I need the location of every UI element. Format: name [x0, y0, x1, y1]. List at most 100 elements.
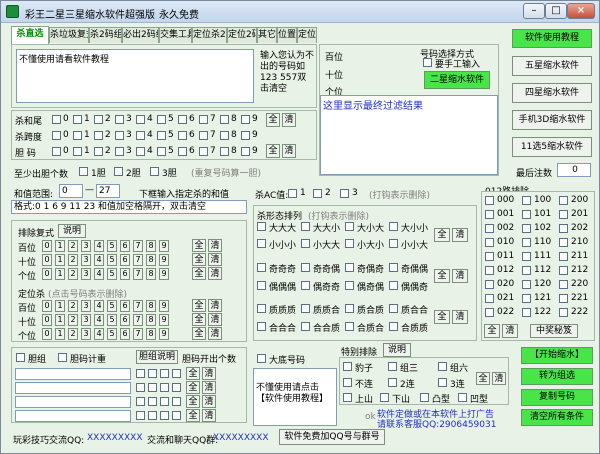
- dan-group-0-all[interactable]: 全: [186, 367, 200, 380]
- road-checkbox-202[interactable]: [559, 224, 568, 233]
- dan-count-checkbox-1-0[interactable]: [136, 383, 145, 392]
- form-r6-checkbox-3[interactable]: [389, 322, 398, 331]
- pos-5-digit-5[interactable]: 5: [107, 328, 117, 340]
- dan-count-checkbox-1-3[interactable]: [172, 383, 181, 392]
- form-r4-checkbox-3[interactable]: [389, 281, 398, 290]
- pos-3-digit-9[interactable]: 9: [159, 300, 169, 312]
- mobile-3d-button[interactable]: 手机3D缩水软件: [512, 110, 592, 130]
- pos-5-digit-9[interactable]: 9: [159, 328, 169, 340]
- form-r1-checkbox-3[interactable]: [389, 222, 398, 231]
- tab-kill-direct[interactable]: 杀直选: [11, 26, 49, 44]
- dan-group-input-3[interactable]: [15, 410, 131, 422]
- kill-row0-checkbox-9[interactable]: [241, 115, 250, 124]
- pos-4-digit-6[interactable]: 6: [120, 314, 130, 326]
- dan-count-checkbox-2-0[interactable]: [136, 397, 145, 406]
- road-checkbox-112[interactable]: [522, 266, 531, 275]
- pos-4-digit-9[interactable]: 9: [159, 314, 169, 326]
- road-checkbox-110[interactable]: [522, 238, 531, 247]
- close-icon[interactable]: ×: [567, 3, 595, 19]
- road-checkbox-201[interactable]: [559, 210, 568, 219]
- form-r3-checkbox-2[interactable]: [345, 263, 354, 272]
- pos-5-digit-8[interactable]: 8: [146, 328, 156, 340]
- kill-row0-checkbox-0[interactable]: [52, 115, 61, 124]
- kill-row2-checkbox-3[interactable]: [115, 147, 124, 156]
- form-r1-checkbox-1[interactable]: [301, 222, 310, 231]
- form-group1-all[interactable]: 全: [434, 269, 450, 283]
- form-r2-checkbox-1[interactable]: [301, 239, 310, 248]
- form-group1-clear[interactable]: 清: [452, 269, 468, 283]
- road-checkbox-010[interactable]: [485, 238, 494, 247]
- road-checkbox-012[interactable]: [485, 266, 494, 275]
- kill-row0-checkbox-1[interactable]: [73, 115, 82, 124]
- pos-4-digit-7[interactable]: 7: [133, 314, 143, 326]
- pos-1-clear[interactable]: 清: [208, 253, 222, 266]
- pos-0-digit-8[interactable]: 8: [146, 240, 156, 252]
- road-checkbox-210[interactable]: [559, 238, 568, 247]
- road-checkbox-200[interactable]: [559, 196, 568, 205]
- pos-3-digit-4[interactable]: 4: [94, 300, 104, 312]
- pos-3-digit-8[interactable]: 8: [146, 300, 156, 312]
- form-r3-checkbox-0[interactable]: [257, 263, 266, 272]
- pos-1-digit-5[interactable]: 5: [107, 254, 117, 266]
- tutorial-button[interactable]: 软件使用教程: [512, 29, 592, 48]
- four-star-button[interactable]: 四星缩水软件: [512, 83, 592, 103]
- dan-count-checkbox-0-3[interactable]: [172, 369, 181, 378]
- tab-pos-kill-2[interactable]: 定位杀2码: [192, 27, 227, 43]
- form-r2-checkbox-0[interactable]: [257, 239, 266, 248]
- form-r6-checkbox-1[interactable]: [301, 322, 310, 331]
- dan-count-checkbox-0-1[interactable]: [148, 369, 157, 378]
- road-checkbox-011[interactable]: [485, 252, 494, 261]
- road-checkbox-101[interactable]: [522, 210, 531, 219]
- form-r1-checkbox-2[interactable]: [345, 222, 354, 231]
- pos-2-digit-0[interactable]: 0: [42, 268, 52, 280]
- pos-5-all[interactable]: 全: [192, 327, 206, 340]
- dan-count-checkbox-2-3[interactable]: [172, 397, 181, 406]
- road-checkbox-212[interactable]: [559, 266, 568, 275]
- special-checkbox-7[interactable]: [380, 393, 389, 402]
- special-checkbox-8[interactable]: [420, 393, 429, 402]
- road-checkbox-221[interactable]: [559, 294, 568, 303]
- dan-count-checkbox-0-0[interactable]: [136, 369, 145, 378]
- start-button[interactable]: 【开始缩水】: [521, 347, 593, 364]
- road-checkbox-211[interactable]: [559, 252, 568, 261]
- dan-group-2-all[interactable]: 全: [186, 395, 200, 408]
- kill-row1-checkbox-2[interactable]: [94, 131, 103, 140]
- pos-4-digit-5[interactable]: 5: [107, 314, 117, 326]
- five-star-button[interactable]: 五星缩水软件: [512, 56, 592, 76]
- road-checkbox-220[interactable]: [559, 280, 568, 289]
- ac2-checkbox[interactable]: [313, 189, 322, 198]
- kill-input-textarea[interactable]: 不懂使用请看软件教程: [16, 49, 254, 103]
- pos-1-digit-7[interactable]: 7: [133, 254, 143, 266]
- form-r4-checkbox-0[interactable]: [257, 281, 266, 290]
- form-r3-checkbox-1[interactable]: [301, 263, 310, 272]
- form-group2-clear[interactable]: 清: [452, 310, 468, 324]
- road-checkbox-102[interactable]: [522, 224, 531, 233]
- result-box[interactable]: 这里显示最终过滤结果: [320, 95, 498, 175]
- kill-tail-clear[interactable]: 清: [282, 113, 296, 127]
- minimize-icon[interactable]: –: [523, 3, 545, 19]
- pos-5-digit-2[interactable]: 2: [68, 328, 78, 340]
- pos-4-all[interactable]: 全: [192, 313, 206, 326]
- pos-0-all[interactable]: 全: [192, 239, 206, 252]
- special-checkbox-9[interactable]: [458, 393, 467, 402]
- pos-5-digit-6[interactable]: 6: [120, 328, 130, 340]
- road-checkbox-021[interactable]: [485, 294, 494, 303]
- tab-position-match[interactable]: 位置匹配: [277, 27, 297, 43]
- pos-4-clear[interactable]: 清: [208, 313, 222, 326]
- kill-row1-checkbox-5[interactable]: [157, 131, 166, 140]
- form-group0-clear[interactable]: 清: [452, 228, 468, 242]
- kill-row2-checkbox-2[interactable]: [94, 147, 103, 156]
- kill-tail-all[interactable]: 全: [266, 113, 280, 127]
- road-clear[interactable]: 清: [502, 324, 518, 338]
- pos-2-digit-1[interactable]: 1: [55, 268, 65, 280]
- secret-button[interactable]: 中奖秘笈: [530, 324, 578, 338]
- dan1-checkbox[interactable]: [79, 167, 88, 176]
- dan-group-input-1[interactable]: [15, 382, 131, 394]
- dan-count-checkbox-0-2[interactable]: [160, 369, 169, 378]
- kill-row0-checkbox-6[interactable]: [178, 115, 187, 124]
- sum-kill-field[interactable]: 格式:0 1 6 9 11 23 和值加空格隔开，双击清空: [11, 200, 247, 214]
- kill-row2-checkbox-9[interactable]: [241, 147, 250, 156]
- pos-2-digit-2[interactable]: 2: [68, 268, 78, 280]
- form-r3-checkbox-3[interactable]: [389, 263, 398, 272]
- kill-row0-checkbox-7[interactable]: [199, 115, 208, 124]
